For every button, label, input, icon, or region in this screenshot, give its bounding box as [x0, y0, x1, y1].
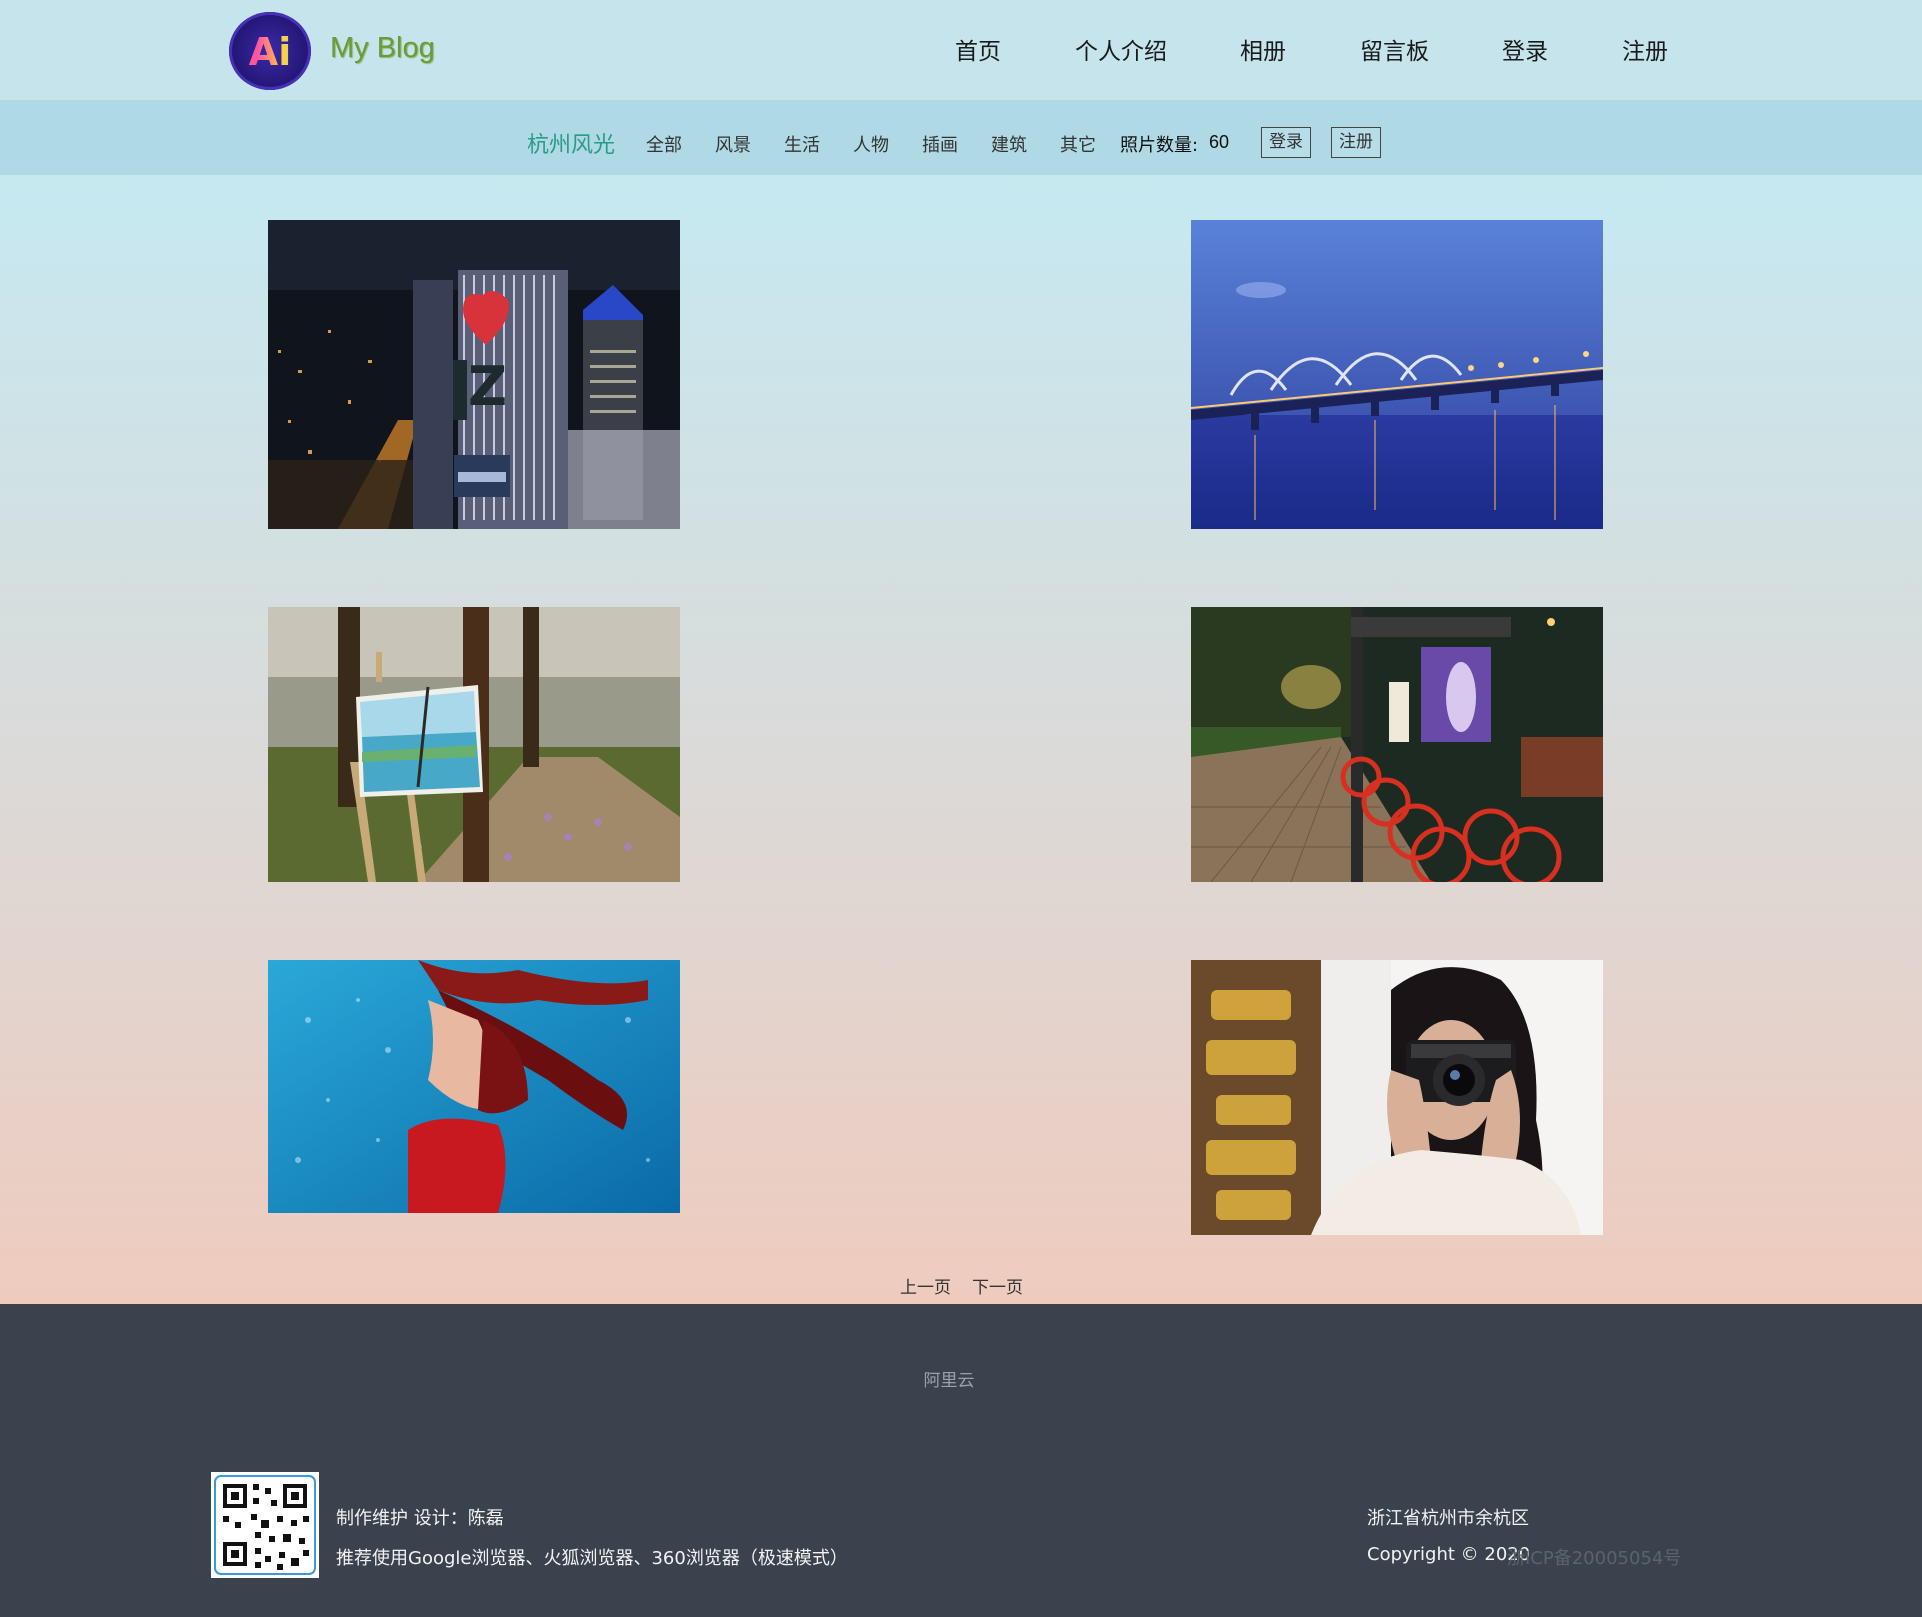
category-other[interactable]: 其它	[1060, 131, 1096, 157]
album-title: 杭州风光	[527, 133, 616, 158]
address-text: 浙江省杭州市余杭区	[1367, 1508, 1529, 1529]
nav-album[interactable]: 相册	[1240, 32, 1286, 66]
nav-home[interactable]: 首页	[955, 32, 1001, 66]
next-page-link[interactable]: 下一页	[972, 1273, 1023, 1298]
photo-gallery: Z 上一页 下一页	[0, 175, 1922, 1304]
photo-bike-station[interactable]	[1191, 607, 1603, 882]
partner-link[interactable]: 阿里云	[0, 1366, 1898, 1391]
register-button[interactable]: 注册	[1331, 127, 1381, 158]
category-all[interactable]: 全部	[646, 131, 682, 157]
maintainer-text: 制作维护 设计：陈磊	[336, 1508, 504, 1529]
category-people[interactable]: 人物	[853, 131, 889, 157]
nav-about[interactable]: 个人介绍	[1075, 32, 1167, 66]
icp-link[interactable]: 浙ICP备20005054号	[1507, 1544, 1681, 1570]
category-life[interactable]: 生活	[784, 131, 820, 157]
site-footer: 阿里云 制作维护 设计：陈磊 推荐使用Google浏览器、火狐浏览器、360浏览…	[0, 1304, 1922, 1617]
photo-easel-painting-image	[268, 607, 680, 882]
copyright-text: Copyright © 2020	[1367, 1544, 1531, 1565]
browser-tip-text: 推荐使用Google浏览器、火狐浏览器、360浏览器（极速模式）	[336, 1548, 848, 1569]
photo-camera-woman-image	[1191, 960, 1603, 1235]
nav-guestbook[interactable]: 留言板	[1360, 32, 1429, 66]
photo-underwater[interactable]	[268, 960, 680, 1213]
photo-bike-station-image	[1191, 607, 1603, 882]
photo-night-city-image: Z	[268, 220, 680, 529]
svg-text:Z: Z	[468, 355, 507, 418]
photo-underwater-image	[268, 960, 680, 1213]
site-header: Ai My Blog 首页 个人介绍 相册 留言板 登录 注册	[0, 0, 1922, 100]
main-nav: 首页 个人介绍 相册 留言板 登录 注册	[0, 32, 1922, 68]
photo-bridge[interactable]	[1191, 220, 1603, 529]
photo-count-value: 60	[1209, 132, 1230, 152]
photo-easel-painting[interactable]	[268, 607, 680, 882]
nav-login[interactable]: 登录	[1502, 32, 1548, 66]
qr-code-icon	[211, 1472, 319, 1578]
login-button[interactable]: 登录	[1261, 127, 1311, 158]
category-scenery[interactable]: 风景	[715, 131, 751, 157]
photo-camera-woman[interactable]	[1191, 960, 1603, 1235]
category-illustration[interactable]: 插画	[922, 131, 958, 157]
prev-page-link[interactable]: 上一页	[900, 1273, 951, 1298]
photo-bridge-image	[1191, 220, 1603, 529]
photo-night-city[interactable]: Z	[268, 220, 680, 529]
album-toolbar: 杭州风光 全部 风景 生活 人物 插画 建筑 其它 照片数量: 60 登录 注册	[0, 100, 1922, 175]
photo-count-label: 照片数量:	[1120, 135, 1199, 156]
category-architecture[interactable]: 建筑	[991, 131, 1027, 157]
nav-register[interactable]: 注册	[1622, 32, 1668, 66]
